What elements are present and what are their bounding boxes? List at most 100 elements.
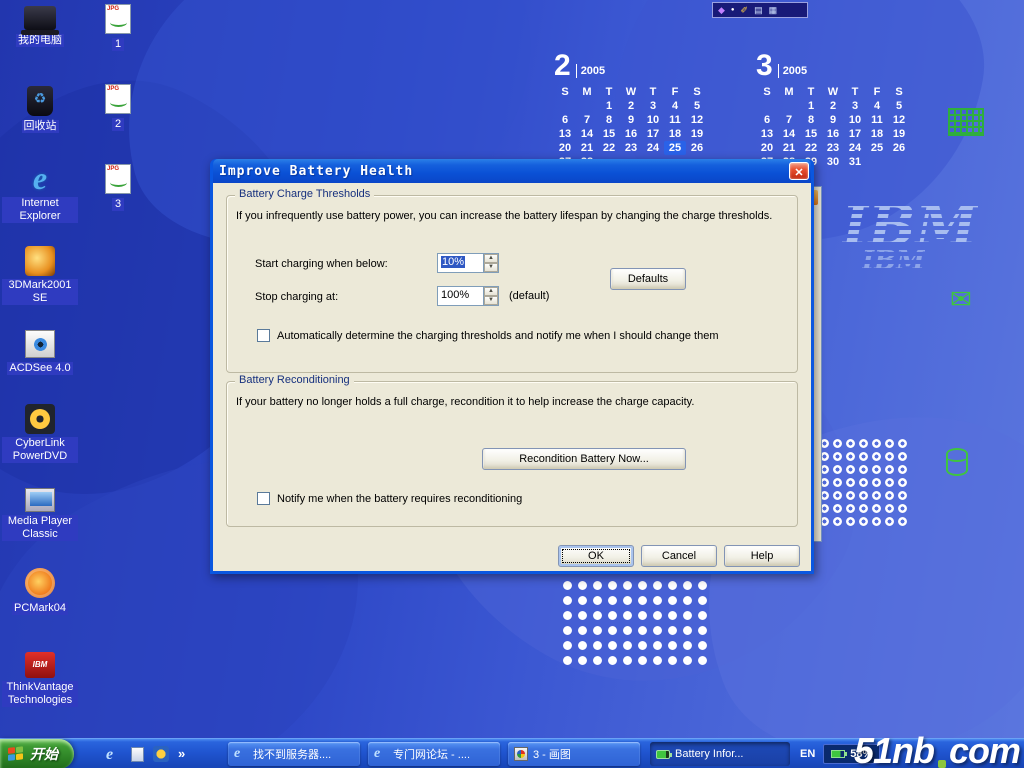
calendar-day: 24 [844,141,866,155]
calendar-day: 14 [778,127,800,141]
close-button[interactable] [789,162,809,180]
icon-label: ACDSee 4.0 [7,362,72,375]
desktop-icon-my-computer[interactable]: 我的电脑 [2,6,78,48]
language-indicator[interactable]: EN [800,748,815,760]
task-button-server-not-found[interactable]: 找不到服务器.... [228,742,360,766]
spinner-value-area[interactable]: 10% [438,254,483,272]
calendar-year: 2005 [576,64,605,78]
internet-explorer-icon [24,162,56,194]
list-icon[interactable]: ▤ [754,6,763,15]
thresholds-description: If you infrequently use battery power, y… [236,210,772,222]
calendar-day: 20 [554,141,576,155]
calendar-day: 12 [686,113,708,127]
calendar-day-header: S [888,85,910,99]
ie-quick-launch-icon[interactable] [106,746,122,762]
battery-tray-icon [831,750,845,758]
spin-down-button[interactable] [484,296,498,305]
notify-reconditioning-checkbox[interactable] [257,492,270,505]
envelope-icon: ✉ [950,286,972,312]
calendar-day-header: S [554,85,576,99]
utility-toolbar[interactable]: ◆ ● ✐ ▤ ▦ [712,2,808,18]
calendar-day: 25 [866,141,888,155]
desktop-icon-media-player-classic[interactable]: Media Player Classic [2,488,78,542]
start-button[interactable]: 开始 [0,739,74,768]
spin-up-button[interactable] [484,254,498,263]
desktop-icon-powerdvd[interactable]: CyberLink PowerDVD [2,404,78,464]
grid-small-icon[interactable]: ▦ [769,6,778,15]
task-button-forum[interactable]: 专门网论坛 - .... [368,742,500,766]
defaults-button[interactable]: Defaults [610,268,686,290]
ok-button[interactable]: OK [558,545,634,567]
calendar-day: 5 [686,99,708,113]
ibm-logo-small: IBM [862,248,925,274]
calendar-day: 7 [778,113,800,127]
calendar-day [576,99,598,113]
dialog-body: Battery Charge Thresholds If you infrequ… [213,183,811,571]
stop-charging-spinner[interactable]: 100% [437,286,499,306]
dot-icon[interactable]: ● [731,7,735,13]
calendar-day: 18 [866,127,888,141]
desktop-file-2[interactable]: 2 [96,84,140,132]
calendar-day: 23 [822,141,844,155]
desktop-file-3[interactable]: 3 [96,164,140,212]
calendar-year: 2005 [778,64,807,78]
desktop-icon-recycle-bin[interactable]: 回收站 [2,86,78,134]
calendar-day: 10 [844,113,866,127]
task-button-label: 专门网论坛 - .... [393,746,470,762]
calendar-day: 9 [620,113,642,127]
spin-up-button[interactable] [484,287,498,296]
media-player-classic-icon [25,488,55,512]
calendar-day: 5 [888,99,910,113]
task-button-battery-information[interactable]: Battery Infor... [650,742,790,766]
icon-label: Media Player Classic [2,515,78,541]
calendar-day: 13 [554,127,576,141]
calendar-grid: SMTWTFS123456789101112131415161718192021… [554,85,708,169]
calendar-day [888,155,910,169]
calendar-day: 18 [664,127,686,141]
spinner-value-area[interactable]: 100% [438,287,483,305]
desktop-file-1[interactable]: 1 [96,4,140,52]
recondition-battery-button[interactable]: Recondition Battery Now... [482,448,686,470]
jpg-file-icon [105,4,131,34]
calendar-day-header: T [800,85,822,99]
calendar-day: 19 [888,127,910,141]
calendar-day [866,155,888,169]
calendar-day: 1 [598,99,620,113]
watermark-tld: com [949,730,1020,768]
calendar-day-header: F [664,85,686,99]
icon-label: PCMark04 [12,602,68,615]
watermark-dot-icon [938,760,946,768]
start-label: 开始 [30,744,58,764]
jpg-file-icon [105,164,131,194]
pen-icon[interactable]: ✐ [741,6,749,15]
stop-charging-value: 100% [441,289,469,301]
auto-thresholds-checkbox[interactable] [257,329,270,342]
calendar-day-header: W [620,85,642,99]
calendar-day: 19 [686,127,708,141]
desktop-icon-pcmark04[interactable]: PCMark04 [2,568,78,616]
quick-launch-overflow-chevron[interactable] [178,745,185,763]
start-charging-spinner[interactable]: 10% [437,253,499,273]
spin-down-button[interactable] [484,263,498,272]
diamond-icon[interactable]: ◆ [718,6,725,15]
chevron-down-icon [485,297,497,304]
calendar-day: 1 [800,99,822,113]
paint-icon [514,747,528,761]
desktop-icon-internet-explorer[interactable]: Internet Explorer [2,162,78,224]
calendar-day: 24 [642,141,664,155]
icon-label: 我的电脑 [16,34,64,47]
document-quick-launch-icon[interactable] [131,747,144,762]
media-quick-launch-icon[interactable] [153,746,169,762]
windows-logo-icon [8,746,25,763]
calendar-day: 22 [598,141,620,155]
desktop-icon-3dmark2001[interactable]: 3DMark2001 SE [2,246,78,306]
cancel-button[interactable]: Cancel [641,545,717,567]
desktop-icon-acdsee[interactable]: ACDSee 4.0 [2,330,78,376]
desktop-icon-thinkvantage[interactable]: ThinkVantage Technologies [2,652,78,708]
calendar-day: 21 [576,141,598,155]
task-button-label: Battery Infor... [675,748,743,760]
help-button[interactable]: Help [724,545,800,567]
dialog-titlebar[interactable]: Improve Battery Health [213,159,811,183]
task-button-paint[interactable]: 3 - 画图 [508,742,640,766]
spinner-buttons [483,287,498,305]
